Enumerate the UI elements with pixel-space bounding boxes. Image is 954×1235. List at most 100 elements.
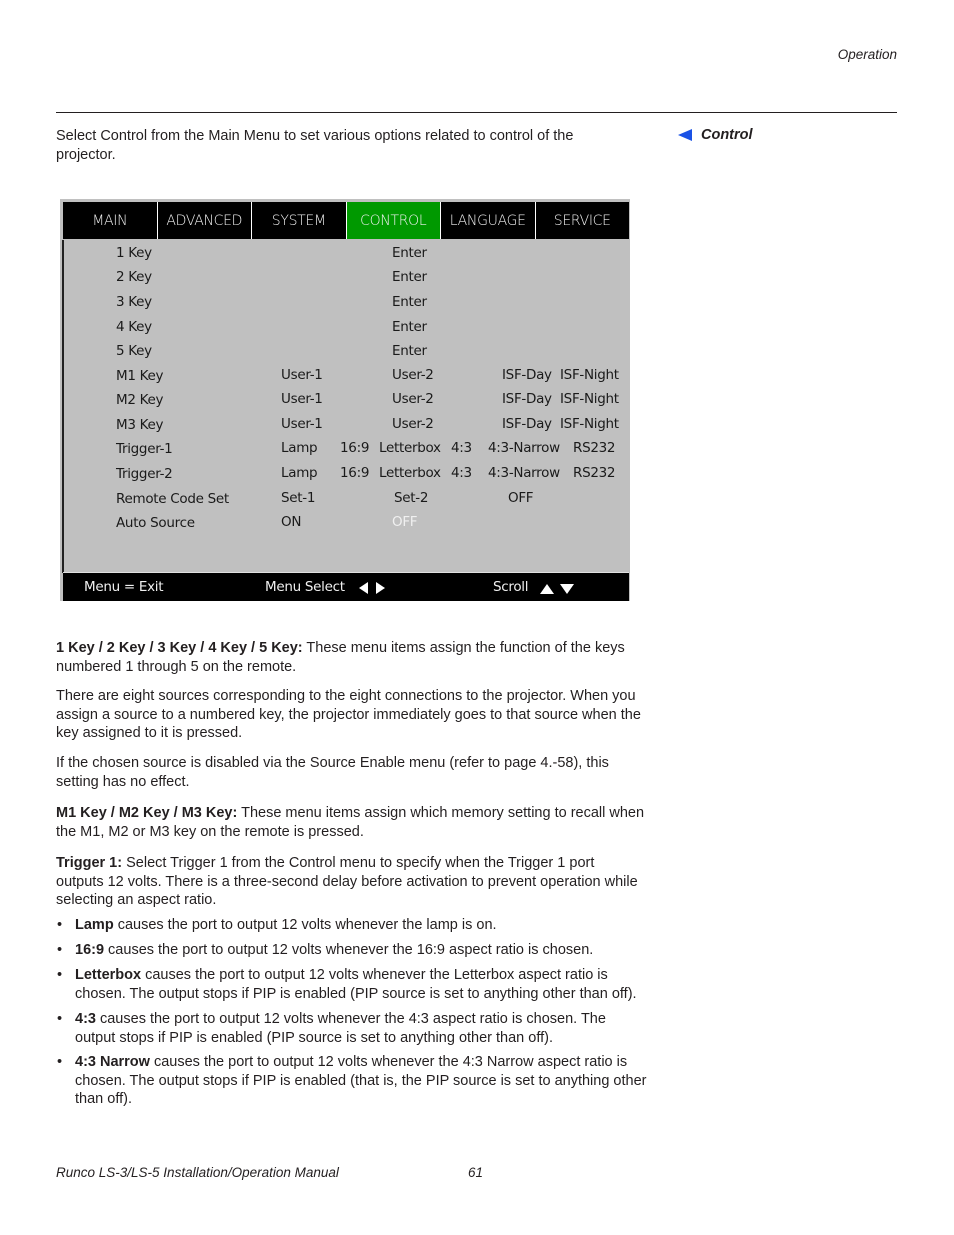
menu-option[interactable]: 16:9 [340, 440, 369, 456]
disabled-paragraph: If the chosen source is disabled via the… [56, 755, 609, 790]
term: 4:3 Narrow [75, 1054, 150, 1070]
description: Select Trigger 1 from the Control menu t… [56, 855, 638, 908]
menu-option[interactable]: ON [281, 514, 301, 530]
triangle-left-icon [359, 582, 368, 594]
menu-row-label: 5 Key [116, 343, 152, 359]
menu-row-label: 2 Key [116, 269, 152, 285]
term: Trigger 1: [56, 855, 123, 871]
osd-menu-body: 1 Key Enter 2 Key Enter 3 Key Enter 4 Ke… [63, 240, 629, 572]
menu-option[interactable]: Set-2 [394, 490, 428, 506]
menu-row-trigger-1[interactable]: Trigger-1 Lamp 16:9 Letterbox 4:3 4:3-Na… [63, 440, 629, 460]
menu-option[interactable]: ISF-Night [560, 416, 619, 432]
list-item: Letterbox causes the port to output 12 v… [56, 966, 661, 1003]
description: causes the port to output 12 volts whene… [113, 917, 497, 933]
menu-option[interactable]: OFF [508, 490, 534, 506]
menu-option[interactable]: User-1 [281, 391, 323, 407]
menu-row-4-key[interactable]: 4 Key Enter [63, 319, 629, 339]
footer-manual-title: Runco LS-3/LS-5 Installation/Operation M… [56, 1165, 339, 1180]
menu-row-label: Remote Code Set [116, 491, 229, 507]
sources-paragraph: There are eight sources corresponding to… [56, 688, 641, 741]
menu-option[interactable]: Letterbox [379, 440, 441, 456]
menu-option[interactable]: ISF-Day [502, 416, 552, 432]
side-heading-label: Control [701, 127, 753, 143]
menu-option[interactable]: Set-1 [281, 490, 315, 506]
tab-control[interactable]: CONTROL [346, 202, 441, 239]
menu-option[interactable]: Lamp [281, 465, 318, 481]
menu-row-label: Trigger-2 [116, 466, 173, 482]
menu-option[interactable]: User-2 [392, 367, 434, 383]
menu-row-m3-key[interactable]: M3 Key User-1 User-2 ISF-Day ISF-Night [63, 416, 629, 436]
page-number: 61 [468, 1165, 484, 1180]
menu-option[interactable]: User-1 [281, 416, 323, 432]
description: causes the port to output 12 volts whene… [75, 1011, 606, 1046]
menu-row-m1-key[interactable]: M1 Key User-1 User-2 ISF-Day ISF-Night [63, 367, 629, 387]
term: M1 Key / M2 Key / M3 Key: [56, 805, 238, 821]
menu-option[interactable]: User-2 [392, 416, 434, 432]
menu-option[interactable]: Enter [392, 343, 427, 359]
menu-option[interactable]: ISF-Night [560, 391, 619, 407]
running-head: Operation [837, 47, 897, 62]
menu-row-label: M3 Key [116, 417, 164, 433]
menu-row-3-key[interactable]: 3 Key Enter [63, 294, 629, 314]
menu-option[interactable]: Enter [392, 245, 427, 261]
menu-option[interactable]: ISF-Day [502, 367, 552, 383]
term: Letterbox [75, 967, 142, 983]
tab-advanced[interactable]: ADVANCED [158, 202, 252, 239]
menu-row-remote-code-set[interactable]: Remote Code Set Set-1 Set-2 OFF [63, 490, 629, 510]
menu-row-5-key[interactable]: 5 Key Enter [63, 343, 629, 363]
description: causes the port to output 12 volts whene… [75, 1054, 647, 1107]
left-right-arrows [359, 580, 385, 596]
menu-option[interactable]: Enter [392, 269, 427, 285]
tab-service[interactable]: SERVICE [536, 202, 630, 239]
menu-option[interactable]: 4:3 [451, 465, 472, 481]
menu-row-auto-source[interactable]: Auto Source ON OFF [63, 514, 629, 534]
menu-option[interactable]: User-2 [392, 391, 434, 407]
term: 16:9 [75, 942, 105, 958]
menu-row-label: M2 Key [116, 392, 164, 408]
menu-option[interactable]: ISF-Night [560, 367, 619, 383]
menu-row-label: Trigger-1 [116, 441, 173, 457]
description: causes the port to output 12 volts whene… [104, 942, 594, 958]
mkeys-paragraph: M1 Key / M2 Key / M3 Key: These menu ite… [56, 804, 651, 841]
menu-option[interactable]: RS232 [573, 465, 616, 481]
menu-option[interactable]: 4:3-Narrow [488, 440, 560, 456]
intro-paragraph: Select Control from the Main Menu to set… [56, 128, 574, 163]
menu-option[interactable]: Enter [392, 294, 427, 310]
menu-option[interactable]: RS232 [573, 440, 616, 456]
side-heading: Control [678, 127, 753, 143]
arrow-left-icon [678, 129, 692, 141]
menu-option[interactable]: Enter [392, 319, 427, 335]
menu-row-2-key[interactable]: 2 Key Enter [63, 269, 629, 289]
tab-main[interactable]: MAIN [63, 202, 158, 239]
menu-select-hint: Menu Select [265, 579, 345, 595]
menu-row-label: 3 Key [116, 294, 152, 310]
menu-option[interactable]: 4:3-Narrow [488, 465, 560, 481]
triangle-down-icon [560, 584, 574, 594]
list-item: Lamp causes the port to output 12 volts … [56, 916, 666, 935]
menu-option-selected[interactable]: OFF [392, 514, 418, 530]
menu-row-1-key[interactable]: 1 Key Enter [63, 245, 629, 265]
tab-language[interactable]: LANGUAGE [441, 202, 536, 239]
menu-option[interactable]: Lamp [281, 440, 318, 456]
header-rule [56, 112, 897, 113]
list-item: 4:3 causes the port to output 12 volts w… [56, 1010, 646, 1047]
menu-row-label: Auto Source [116, 515, 195, 531]
description: causes the port to output 12 volts whene… [75, 967, 637, 1002]
up-down-arrows [540, 581, 574, 597]
menu-row-m2-key[interactable]: M2 Key User-1 User-2 ISF-Day ISF-Night [63, 391, 629, 411]
list-item: 16:9 causes the port to output 12 volts … [56, 941, 666, 960]
menu-option[interactable]: 16:9 [340, 465, 369, 481]
osd-tab-bar: MAIN ADVANCED SYSTEM CONTROL LANGUAGE SE… [63, 202, 629, 239]
menu-option[interactable]: 4:3 [451, 440, 472, 456]
term: Lamp [75, 917, 114, 933]
menu-option[interactable]: Letterbox [379, 465, 441, 481]
menu-row-label: 4 Key [116, 319, 152, 335]
osd-footer-bar: Menu = Exit Menu Select Scroll [63, 572, 629, 601]
menu-option[interactable]: ISF-Day [502, 391, 552, 407]
tab-system[interactable]: SYSTEM [252, 202, 347, 239]
menu-row-trigger-2[interactable]: Trigger-2 Lamp 16:9 Letterbox 4:3 4:3-Na… [63, 465, 629, 485]
menu-row-label: M1 Key [116, 368, 164, 384]
menu-row-label: 1 Key [116, 245, 152, 261]
term: 1 Key / 2 Key / 3 Key / 4 Key / 5 Key: [56, 640, 303, 656]
menu-option[interactable]: User-1 [281, 367, 323, 383]
